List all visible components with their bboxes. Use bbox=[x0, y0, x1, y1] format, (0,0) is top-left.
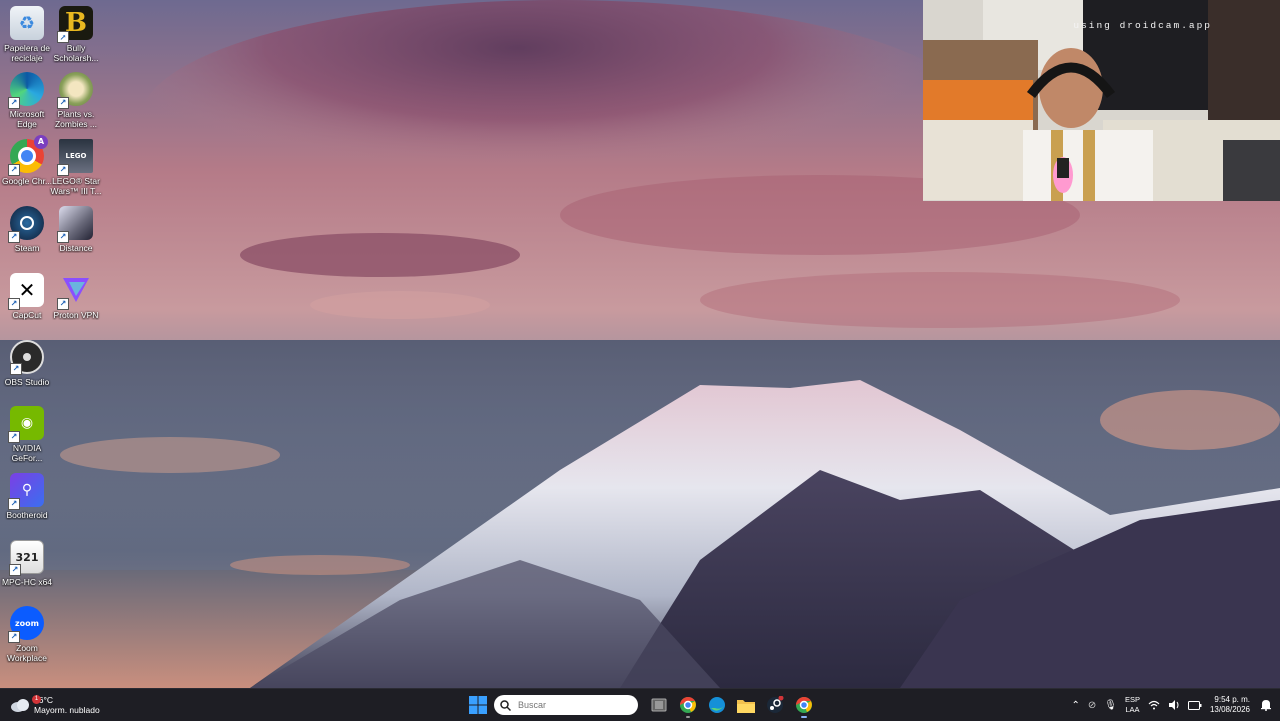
chrome-icon: A ↗ bbox=[8, 135, 48, 176]
taskbar: 1 26°C Mayorm. nublado Buscar ⌃ ⊘ 🎙 ESP … bbox=[0, 688, 1280, 721]
desktop-icon-bootheroid[interactable]: ⚲ ↗ Bootheroid bbox=[0, 471, 54, 533]
desktop-icon-zoom[interactable]: zoom ↗ Zoom Workplace bbox=[0, 604, 54, 666]
search-icon bbox=[500, 699, 511, 711]
language-indicator[interactable]: ESP LAA bbox=[1125, 691, 1140, 719]
desktop-icon-bully[interactable]: B ↗ Bully Scholarsh... bbox=[49, 4, 103, 66]
proton-vpn-icon: ↗ bbox=[57, 273, 93, 310]
task-view-button[interactable] bbox=[646, 691, 672, 719]
taskbar-edge[interactable] bbox=[704, 691, 730, 719]
chrome-profile-badge: A bbox=[34, 135, 48, 149]
windows-logo-icon bbox=[469, 696, 487, 714]
chrome-icon bbox=[795, 696, 812, 713]
clock-date: 13/08/2026 bbox=[1209, 705, 1250, 714]
webcam-watermark: using droidcam.app bbox=[1073, 20, 1212, 31]
obs-icon: ↗ bbox=[10, 340, 44, 375]
notification-icon bbox=[1261, 700, 1271, 711]
taskbar-center bbox=[466, 689, 818, 721]
battery-button[interactable] bbox=[1187, 691, 1202, 719]
wifi-icon bbox=[1148, 700, 1160, 710]
bootheroid-icon: ⚲ ↗ bbox=[8, 473, 44, 510]
weather-alert-badge: 1 bbox=[32, 695, 41, 704]
notifications-button[interactable] bbox=[1260, 691, 1272, 719]
weather-widget[interactable]: 1 26°C Mayorm. nublado bbox=[10, 692, 100, 718]
desktop-icon-distance[interactable]: ↗ Distance bbox=[49, 204, 103, 266]
chevron-up-icon: ⌃ bbox=[1071, 699, 1080, 711]
steam-icon: ↗ bbox=[8, 206, 44, 243]
start-button[interactable] bbox=[466, 693, 490, 717]
chrome-icon bbox=[679, 696, 696, 713]
taskbar-search[interactable] bbox=[494, 695, 638, 715]
steam-icon bbox=[766, 696, 783, 713]
battery-icon bbox=[1187, 700, 1202, 710]
zoom-icon: zoom ↗ bbox=[8, 606, 44, 643]
weather-temp: 26°C bbox=[34, 695, 53, 705]
microphone-button[interactable]: 🎙 bbox=[1104, 691, 1117, 719]
mpc-hc-icon: 321 ↗ bbox=[9, 540, 44, 576]
capcut-icon: ✕ ↗ bbox=[8, 273, 44, 310]
edge-icon: ↗ bbox=[8, 72, 44, 109]
tray-app-icon: ⊘ bbox=[1087, 699, 1097, 711]
taskbar-file-explorer[interactable] bbox=[733, 691, 759, 719]
desktop-icon-recycle-bin[interactable]: ♻ Papelera de reciclaje bbox=[0, 4, 54, 66]
desktop-icon-plants-vs-zombies[interactable]: ↗ Plants vs. Zombies ... bbox=[49, 70, 103, 132]
desktop-icon-mpc-hc[interactable]: 321 ↗ MPC-HC x64 bbox=[0, 538, 54, 600]
network-button[interactable] bbox=[1148, 691, 1160, 719]
tray-overflow-button[interactable]: ⌃ bbox=[1071, 691, 1079, 719]
volume-button[interactable] bbox=[1168, 691, 1180, 719]
taskbar-chrome[interactable] bbox=[675, 691, 701, 719]
cloud-icon bbox=[10, 698, 30, 712]
desktop-icon-capcut[interactable]: ✕ ↗ CapCut bbox=[0, 271, 54, 333]
speaker-icon bbox=[1168, 700, 1179, 710]
clock-time: 9:54 p. m. bbox=[1214, 695, 1250, 704]
nvidia-icon: ◉ ↗ bbox=[8, 406, 44, 443]
distance-icon: ↗ bbox=[57, 206, 93, 243]
system-tray: ⌃ ⊘ 🎙 ESP LAA 9:54 p. m. 13/08/2026 bbox=[1067, 689, 1280, 721]
edge-icon bbox=[708, 697, 725, 713]
taskbar-chrome-active[interactable] bbox=[791, 691, 817, 719]
desktop-icon-grid: ♻ Papelera de reciclaje B ↗ Bully Schola… bbox=[0, 0, 110, 688]
folder-icon bbox=[736, 699, 755, 713]
search-input[interactable] bbox=[516, 699, 630, 711]
microphone-icon: 🎙 bbox=[1104, 699, 1117, 711]
desktop-icon-proton-vpn[interactable]: ↗ Proton VPN bbox=[49, 271, 103, 333]
taskbar-steam[interactable] bbox=[762, 691, 788, 719]
bully-icon: B ↗ bbox=[57, 6, 93, 43]
tray-app-button[interactable]: ⊘ bbox=[1088, 691, 1096, 719]
clock[interactable]: 9:54 p. m. 13/08/2026 bbox=[1210, 691, 1250, 719]
desktop-icon-lego-star-wars[interactable]: LEGO ↗ LEGO® Star Wars™ III T... bbox=[49, 137, 103, 199]
plants-vs-zombies-icon: ↗ bbox=[57, 72, 93, 109]
webcam-overlay: using droidcam.app bbox=[923, 0, 1280, 201]
desktop-icon-obs[interactable]: ↗ OBS Studio bbox=[0, 338, 54, 400]
desktop-icon-edge[interactable]: ↗ Microsoft Edge bbox=[0, 70, 54, 132]
recycle-bin-icon: ♻ bbox=[10, 6, 44, 40]
desktop-icon-nvidia[interactable]: ◉ ↗ NVIDIA GeFor... bbox=[0, 404, 54, 466]
desktop-icon-steam[interactable]: ↗ Steam bbox=[0, 204, 54, 266]
lego-star-wars-icon: LEGO ↗ bbox=[57, 139, 93, 176]
weather-condition: Mayorm. nublado bbox=[34, 705, 100, 715]
task-view-icon bbox=[651, 698, 666, 712]
desktop-icon-chrome[interactable]: A ↗ Google Chr... bbox=[0, 135, 54, 199]
